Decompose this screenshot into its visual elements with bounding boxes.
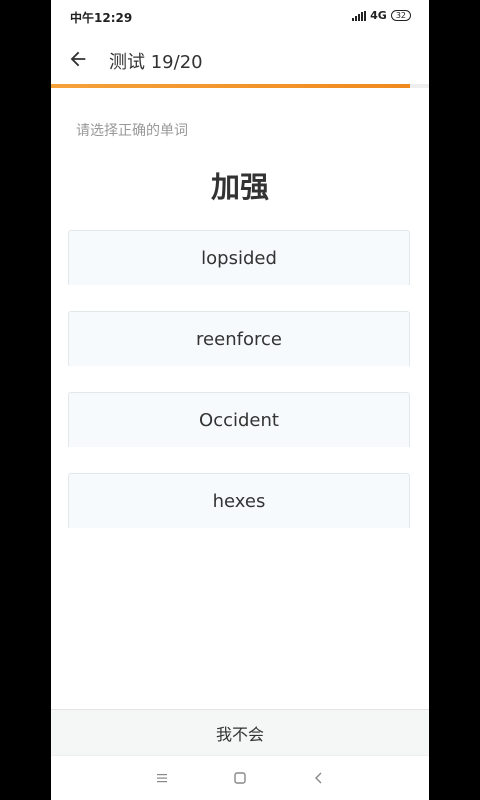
- phone-screen: 中午12:29 4G 32 测试 19/20 请选择正确的单词 加强 lopsi…: [51, 0, 429, 800]
- signal-icon: [352, 10, 367, 21]
- option-button-1[interactable]: lopsided: [68, 230, 410, 285]
- back-triangle-icon[interactable]: [311, 770, 327, 786]
- option-button-3[interactable]: Occident: [68, 392, 410, 447]
- dont-know-button[interactable]: 我不会: [51, 709, 429, 756]
- quiz-prompt: 请选择正确的单词: [76, 123, 188, 139]
- option-button-4[interactable]: hexes: [68, 473, 410, 528]
- option-button-2[interactable]: reenforce: [68, 311, 410, 366]
- arrow-left-icon[interactable]: [67, 48, 89, 70]
- battery-icon: 32: [390, 10, 411, 21]
- progress-bar: [51, 84, 429, 88]
- status-time: 中午12:29: [70, 11, 133, 25]
- status-indicators: 4G 32: [352, 9, 411, 22]
- system-nav-bar: [51, 755, 429, 800]
- app-header: 测试 19/20: [51, 34, 429, 84]
- header-title: 测试 19/20: [109, 52, 203, 73]
- network-type: 4G: [370, 9, 387, 22]
- home-square-icon[interactable]: [232, 770, 248, 786]
- menu-icon[interactable]: [154, 770, 170, 786]
- status-bar: 中午12:29 4G 32: [51, 0, 429, 34]
- progress-fill: [51, 84, 411, 88]
- question-word: 加强: [210, 170, 269, 204]
